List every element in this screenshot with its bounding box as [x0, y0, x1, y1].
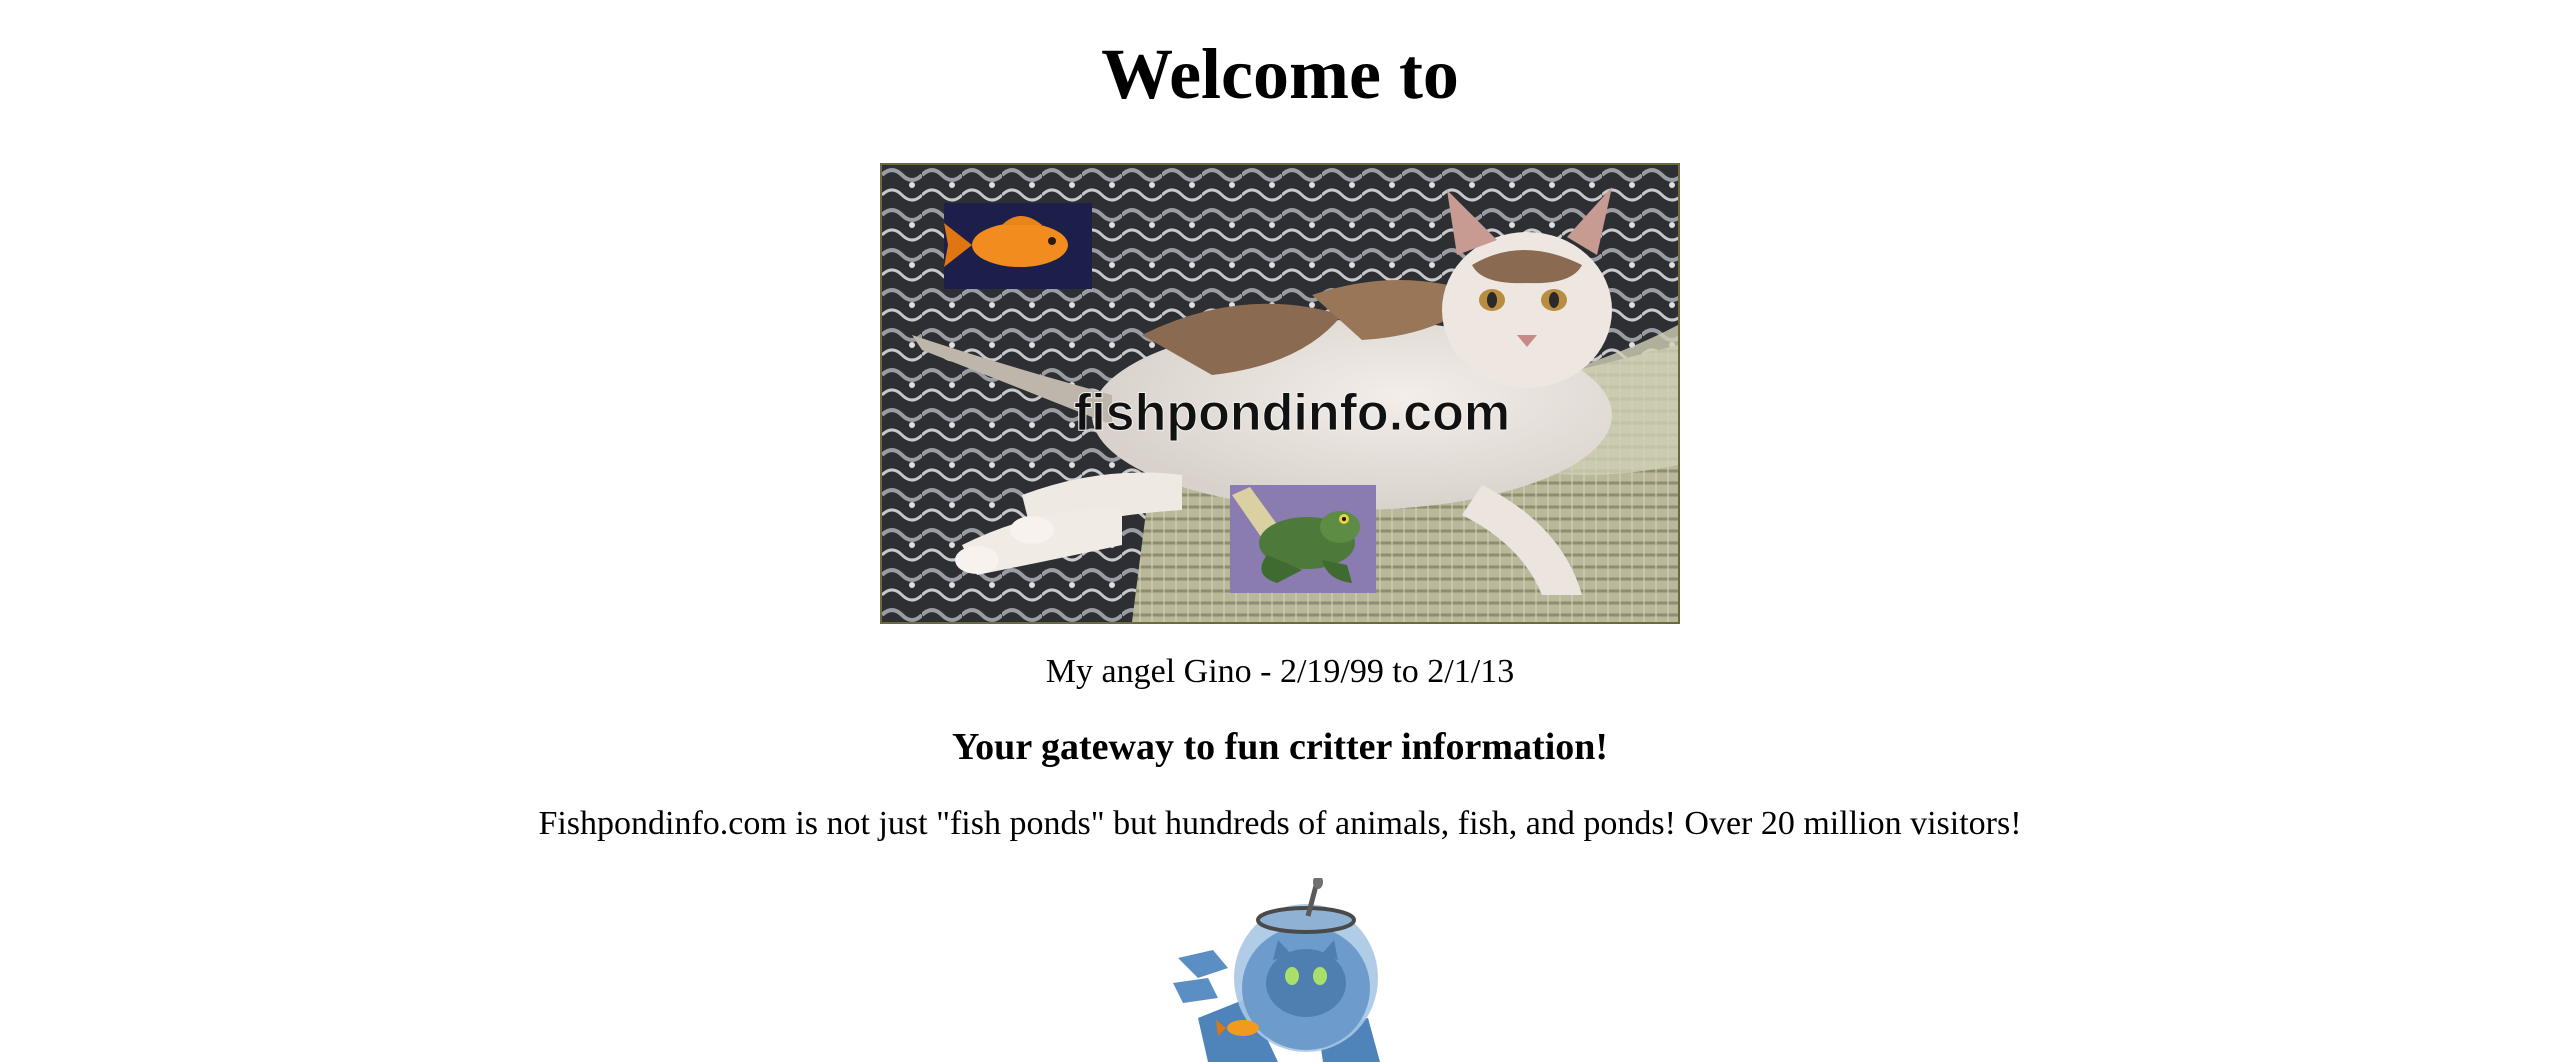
frog-icon	[1230, 485, 1376, 593]
banner-image: fishpondinfo.com	[880, 163, 1680, 624]
banner-caption: My angel Gino - 2/19/99 to 2/1/13	[1045, 653, 1515, 690]
intro-paragraph: Fishpondinfo.com is not just "fish ponds…	[538, 805, 2022, 842]
goldfish-icon	[944, 203, 1092, 289]
page: Welcome to fishpondinfo.com My angel Gin…	[0, 0, 2560, 1062]
fishbowl-cat-icon	[1168, 878, 1388, 1062]
page-title: Welcome to	[1101, 34, 1459, 114]
banner-logo-text: fishpondinfo.com	[1074, 384, 1510, 442]
tagline-heading: Your gateway to fun critter information!	[951, 726, 1609, 768]
banner-cat-illustration: fishpondinfo.com	[882, 165, 1678, 622]
